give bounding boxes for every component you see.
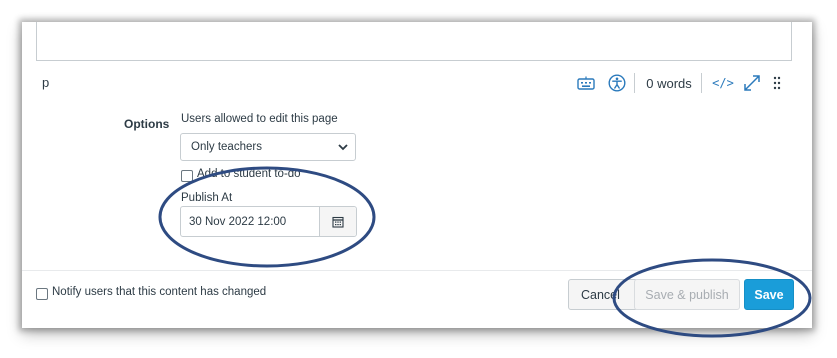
accessibility-icon — [608, 74, 626, 92]
date-picker-button[interactable] — [319, 207, 356, 236]
notify-users-checkbox[interactable] — [36, 288, 48, 300]
page-edit-screenshot: p 0 words </> Options Users allowed to e… — [22, 22, 812, 328]
save-and-publish-button[interactable]: Save & publish — [634, 279, 740, 310]
element-path: p — [42, 75, 50, 90]
publish-at-field: 30 Nov 2022 12:00 — [180, 206, 357, 237]
keyboard-icon — [577, 76, 595, 90]
edit-permission-value: Only teachers — [191, 141, 262, 153]
student-todo-label: Add to student to-do — [197, 168, 301, 177]
keyboard-shortcuts-button[interactable] — [575, 69, 597, 97]
rich-content-editor-area[interactable] — [36, 22, 792, 61]
chevron-down-icon — [338, 144, 348, 151]
html-editor-toggle[interactable]: </> — [710, 69, 736, 97]
form-actions-divider — [22, 270, 812, 271]
notify-users-label: Notify users that this content has chang… — [52, 286, 267, 298]
calendar-icon — [332, 216, 344, 228]
save-button[interactable]: Save — [744, 279, 794, 310]
fullscreen-icon — [744, 75, 760, 91]
cancel-button[interactable]: Cancel — [568, 279, 638, 310]
student-todo-checkbox[interactable] — [181, 170, 193, 182]
edit-permission-label: Users allowed to edit this page — [181, 113, 338, 125]
edit-permission-select[interactable]: Only teachers — [180, 133, 356, 161]
options-label: Options — [124, 117, 170, 131]
word-count: 0 words — [646, 75, 692, 91]
publish-at-input[interactable]: 30 Nov 2022 12:00 — [181, 207, 321, 236]
publish-at-label: Publish At — [181, 192, 233, 204]
fullscreen-button[interactable] — [740, 69, 764, 97]
accessibility-checker-button[interactable] — [606, 69, 628, 97]
resize-handle[interactable] — [768, 69, 786, 97]
drag-handle-icon — [773, 76, 781, 90]
